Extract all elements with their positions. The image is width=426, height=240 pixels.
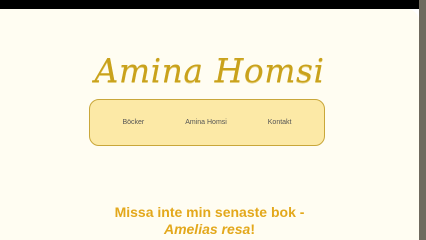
nav-link-books[interactable]: Böcker <box>122 119 144 126</box>
window-top-edge <box>0 0 426 9</box>
site-logo[interactable]: Amina Homsi <box>0 51 419 90</box>
promo-suffix: ! <box>250 221 256 237</box>
promo-heading: Missa inte min senaste bok - <box>114 204 305 220</box>
browser-viewport: Amina Homsi Böcker Amina Homsi Kontakt M… <box>0 0 426 240</box>
main-navigation: Böcker Amina Homsi Kontakt <box>89 99 325 146</box>
promo-book-line: Amelias resa! <box>0 221 419 238</box>
promo-book-title[interactable]: Amelias resa <box>164 221 250 237</box>
nav-link-about[interactable]: Amina Homsi <box>185 119 227 126</box>
latest-book-promo: Missa inte min senaste bok - Amelias res… <box>0 204 419 238</box>
nav-link-contact[interactable]: Kontakt <box>268 119 292 126</box>
scrollbar-track[interactable] <box>419 0 426 240</box>
page-content: Amina Homsi Böcker Amina Homsi Kontakt M… <box>0 9 419 240</box>
